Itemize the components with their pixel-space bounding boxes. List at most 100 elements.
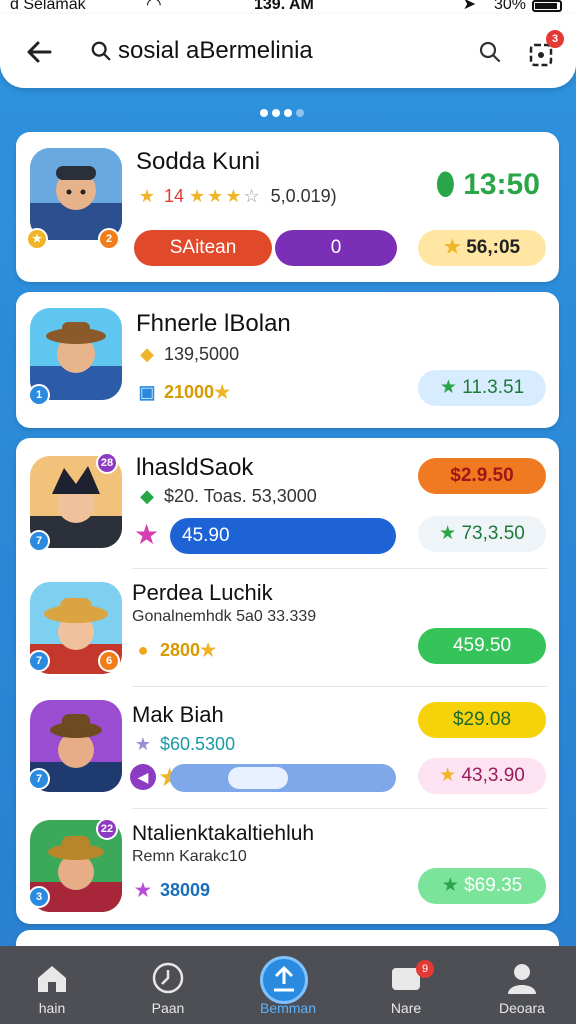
star-icon: ★ [134,734,152,754]
star-icon: ★ [439,765,457,786]
price-pill[interactable]: ★ 43,3.90 [418,758,546,794]
star-icon: ★ [439,523,457,544]
slider-thumb[interactable] [228,767,288,789]
filter-badge: 3 [546,30,564,48]
stat-value: 2800 [160,640,201,660]
home-icon [38,966,66,992]
level-badge: 6 [98,650,120,672]
player-name: lhasldSaok [136,454,254,481]
tab-profile[interactable]: Deoara [474,946,570,1024]
divider [132,808,547,809]
tab-label: hain [38,1000,66,1016]
rating-value: 5,0.019) [270,186,337,206]
notification-badge: 9 [416,960,434,978]
stat-value: 21000 [164,382,215,402]
level-badge: ★ [26,228,48,250]
stat-value: $20. Toas. 53,3000 [164,486,317,506]
action-button-primary[interactable]: SAitean [134,230,272,266]
star-icon: ★ [441,875,459,896]
tab-label: Deoara [499,1000,545,1016]
search-icon [91,41,111,61]
player-subtitle: Gonalnemhdk 5a0 33.339 [132,608,317,625]
rating-count: 14 [164,186,185,206]
level-badge: 2 [98,228,120,250]
price-pill[interactable]: 459.50 [418,628,546,664]
back-arrow-icon[interactable] [22,34,58,70]
location-icon: ➤ [462,0,476,13]
coins-value: 56,:05 [466,237,521,258]
avatar [30,148,122,240]
price-pill[interactable]: ★ 11.3.51 [418,370,546,406]
stat-row: ▣ 21000★ [138,382,230,403]
stat-row: ★ $60.5300 [134,734,235,755]
price-value: 13:50 [463,168,540,201]
coin-icon: ◆ [140,344,154,364]
pager-dots [260,104,308,117]
rating-row: ★ 14 ★★★☆ 5,0.019) [138,186,337,207]
stat-value: 139,5000 [164,344,240,364]
price-value: 11.3.51 [462,377,525,398]
star-rating: ★★★ [189,186,244,206]
price-pill[interactable]: $29.08 [418,702,546,738]
price-pill[interactable]: ★ 73,3.50 [418,516,546,552]
level-badge: 1 [28,384,50,406]
star-icon: ★ [214,382,231,402]
clock: 139. AM [254,0,314,13]
search-submit-icon[interactable] [478,40,502,64]
player-name: Sodda Kuni [136,148,261,175]
stat-value: $60.5300 [160,734,236,754]
profile-icon [508,964,536,994]
tab-pass[interactable]: Paan [120,946,216,1024]
divider [132,568,547,569]
tab-home[interactable]: hain [4,946,100,1024]
level-badge: 3 [28,886,50,908]
upload-icon [274,965,294,992]
chest-icon: ▣ [138,382,156,402]
pager-dot[interactable] [260,109,268,117]
tab-messages[interactable]: 9 Nare [358,946,454,1024]
price-value: $69.35 [464,875,523,896]
player-name: Fhnerle lBolan [136,310,291,337]
tab-label: Paan [151,1000,185,1016]
carrier-label: d Selamak [10,0,86,13]
clock-icon [152,962,184,994]
tab-label: Bemman [259,1000,317,1016]
price-pill[interactable]: $2.9.50 [418,458,546,494]
star-icon: ★ [200,640,217,660]
star-empty-icon: ☆ [243,186,260,206]
star-icon: ★ [134,880,152,900]
player-name: Perdea Luchik [132,580,273,605]
level-badge: 7 [28,530,50,552]
coin-icon: ★ [443,237,461,258]
player-subtitle: Remn Karakc10 [132,848,247,865]
tab-active[interactable]: Bemman [240,946,336,1024]
search-input[interactable]: sosial aBermelinia [80,26,502,78]
gem-icon: ◆ [140,486,154,506]
pager-dot[interactable] [284,109,292,117]
tab-label: Nare [390,1000,422,1016]
divider [132,686,547,687]
player-name: Mak Biah [132,702,224,727]
slider-track[interactable] [170,764,396,792]
pager-dot[interactable] [296,109,304,117]
level-badge: 28 [96,452,118,474]
level-badge: 7 [28,650,50,672]
stat-row: ★ 38009 [134,880,210,901]
stat-row: ◆ $20. Toas. 53,3000 [138,486,317,507]
gem-icon: ⬮ [436,168,455,201]
player-card[interactable]: ★ 2 Sodda Kuni ★ 14 ★★★☆ 5,0.019) ⬮ 13:50… [16,132,559,282]
player-card[interactable]: 1 Fhnerle lBolan ◆ 139,5000 ▣ 21000★ ★ 11.… [16,292,559,428]
pager-dot[interactable] [272,109,280,117]
wifi-icon: ◠ [146,0,162,14]
progress-bar[interactable]: 45.90 [170,518,396,554]
battery-icon [532,0,562,12]
stat-row: ● 2800★ [134,640,217,661]
stat-row: ◆ 139,5000 [138,344,239,365]
coins-pill[interactable]: ★ 56,:05 [418,230,546,266]
coin-icon: ● [137,640,149,660]
action-button-secondary[interactable]: 0 [275,230,397,266]
battery-percent: 30% [493,0,526,13]
stat-value: 38009 [160,880,211,900]
bottom-tab-bar: hain Paan Bemman 9 Nare Deoara [0,946,576,1024]
price-pill[interactable]: ★ $69.35 [418,868,546,904]
